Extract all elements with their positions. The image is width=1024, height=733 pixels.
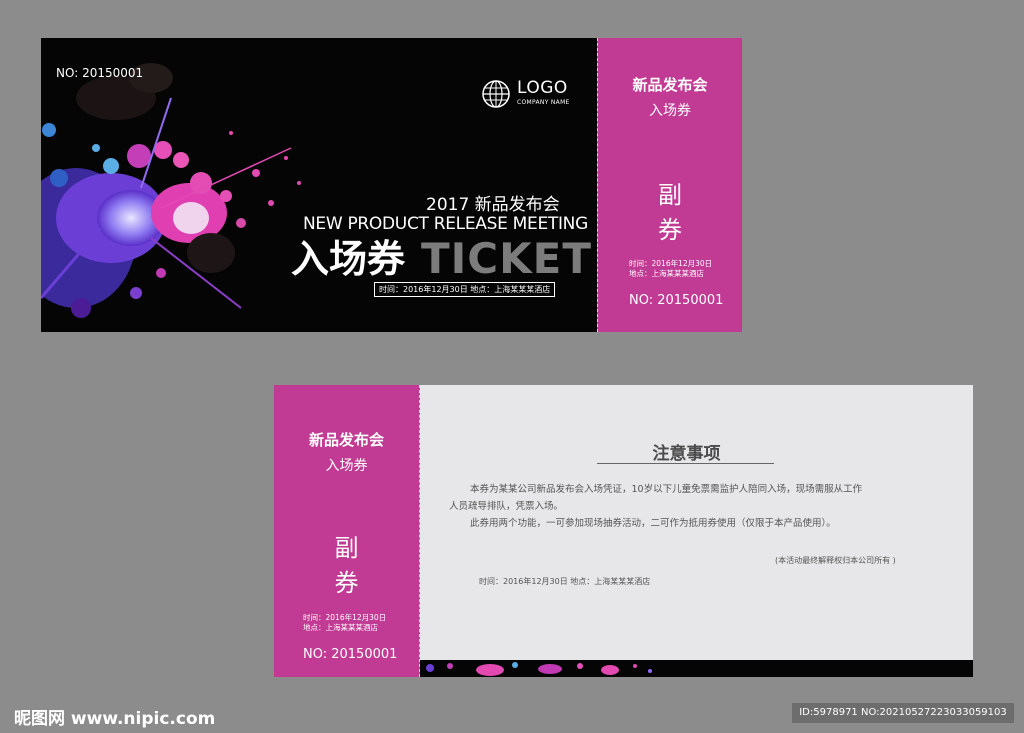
stub-number: NO: 20150001: [303, 647, 398, 662]
ticket-en-title: TICKET: [421, 234, 592, 283]
notice-paragraph-1-line-2: 人员疏导排队，凭票入场。: [449, 501, 564, 512]
stub-title: 新品发布会: [308, 431, 384, 449]
stub-char-fu: 副: [334, 534, 359, 562]
splash-strip: [420, 660, 973, 677]
paint-splash-graphic: [41, 63, 301, 318]
stub-char-fu: 副: [658, 181, 682, 209]
title-underline: [597, 463, 774, 464]
site-watermark: 昵图网 www.nipic.com: [14, 709, 216, 729]
stub-subtitle: 入场券: [325, 458, 368, 474]
front-ticket-stub: 新品发布会 入场券 副 券 时间：2016年12月30日 地点：上海某某某酒店 …: [597, 38, 742, 332]
stub-subtitle: 入场券: [649, 103, 691, 119]
event-english-title: NEW PRODUCT RELEASE MEETING: [303, 214, 588, 234]
event-year-title: 2017 新品发布会: [426, 195, 560, 215]
logo-text: LOGO: [517, 78, 568, 98]
company-logo: LOGO COMPANY NAME: [481, 78, 597, 112]
globe-icon: [482, 80, 510, 108]
stub-time: 时间：2016年12月30日: [629, 259, 713, 268]
back-ticket-main: 注意事项 本券为某某公司新品发布会入场凭证，10岁以下儿童免票需监护人陪同入场，…: [420, 385, 973, 677]
stub-number: NO: 20150001: [629, 293, 724, 308]
notice-title: 注意事项: [652, 444, 721, 464]
paint-splash-strip-graphic: [426, 662, 652, 676]
stub-char-quan: 券: [334, 569, 359, 597]
image-id-badge: ID:5978971 NO:20210527223033059103: [792, 703, 1014, 723]
notice-paragraph-1-line-1: 本券为某某公司新品发布会入场凭证，10岁以下儿童免票需监护人陪同入场，现场需服从…: [470, 484, 863, 495]
notice-paragraph-2: 此券用两个功能，一可参加现场抽券活动，二可作为抵用券使用（仅限于本产品使用）。: [470, 518, 836, 529]
stub-time: 时间：2016年12月30日: [303, 613, 387, 622]
event-time-location: 时间：2016年12月30日 地点：上海某某某酒店: [374, 282, 556, 297]
stub-char-quan: 券: [658, 216, 682, 244]
back-ticket-stub: 新品发布会 入场券 副 券 时间：2016年12月30日 地点：上海某某某酒店 …: [274, 385, 420, 677]
ticket-number: NO: 20150001: [56, 66, 144, 80]
stub-title: 新品发布会: [632, 76, 708, 94]
stub-location: 地点：上海某某某酒店: [629, 269, 704, 278]
event-time-location: 时间：2016年12月30日 地点：上海某某某酒店: [479, 577, 651, 586]
front-ticket-main: NO: 20150001 LOGO COMPANY NAME 2017 新品发布…: [41, 38, 597, 332]
ticket-cn-title: 入场券: [291, 237, 406, 281]
stub-location: 地点：上海某某某酒店: [303, 623, 378, 632]
final-interpretation-note: (本活动最终解释权归本公司所有 ): [775, 556, 896, 565]
logo-subtext: COMPANY NAME: [517, 99, 570, 106]
